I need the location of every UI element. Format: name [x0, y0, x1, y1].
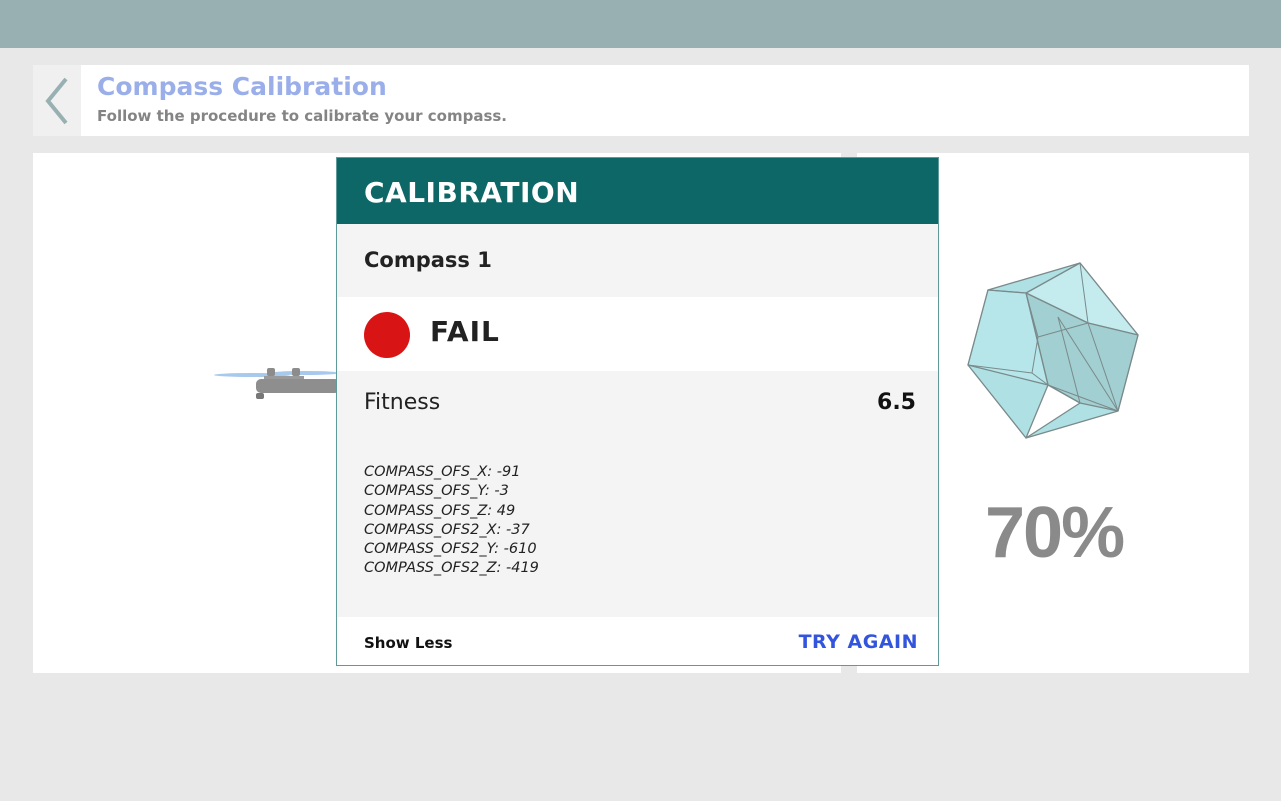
param-ofs2-y: COMPASS_OFS2_Y: -610: [364, 541, 537, 558]
param-ofs-x: COMPASS_OFS_X: -91: [364, 464, 521, 480]
param-ofs2-x: COMPASS_OFS2_X: -37: [364, 521, 530, 538]
show-less-button[interactable]: Show Less: [364, 634, 452, 652]
param-ofs2-z: COMPASS_OFS2_Z: -419: [364, 560, 539, 577]
status-row: FAIL: [337, 297, 938, 371]
calibration-sphere-icon: [967, 262, 1139, 439]
param-ofs-z: COMPASS_OFS_Z: 49: [364, 502, 516, 519]
fitness-label: Fitness: [364, 390, 441, 415]
calibration-card: CALIBRATION Compass 1 FAIL Fitness 6.5 C…: [336, 157, 939, 666]
page-subtitle: Follow the procedure to calibrate your c…: [97, 107, 508, 125]
back-button[interactable]: [33, 65, 81, 136]
status-text: FAIL: [430, 315, 500, 348]
page-header: Compass Calibration Follow the procedure…: [33, 65, 1249, 136]
card-title: CALIBRATION: [337, 158, 938, 224]
fitness-value: 6.5: [877, 390, 916, 415]
page-title: Compass Calibration: [97, 72, 387, 101]
status-dot: [364, 312, 410, 358]
drone-icon: [214, 368, 340, 399]
offset-params-list: COMPASS_OFS_X: -91 COMPASS_OFS_Y: -3 COM…: [364, 463, 539, 579]
chevron-left-icon: [45, 77, 68, 124]
param-ofs-y: COMPASS_OFS_Y: -3: [364, 483, 509, 500]
top-bar: [0, 0, 1281, 48]
card-footer: Show Less TRY AGAIN: [337, 617, 938, 665]
progress-percent: 70%: [985, 493, 1125, 573]
try-again-button[interactable]: TRY AGAIN: [799, 631, 918, 653]
compass-name: Compass 1: [364, 248, 492, 272]
